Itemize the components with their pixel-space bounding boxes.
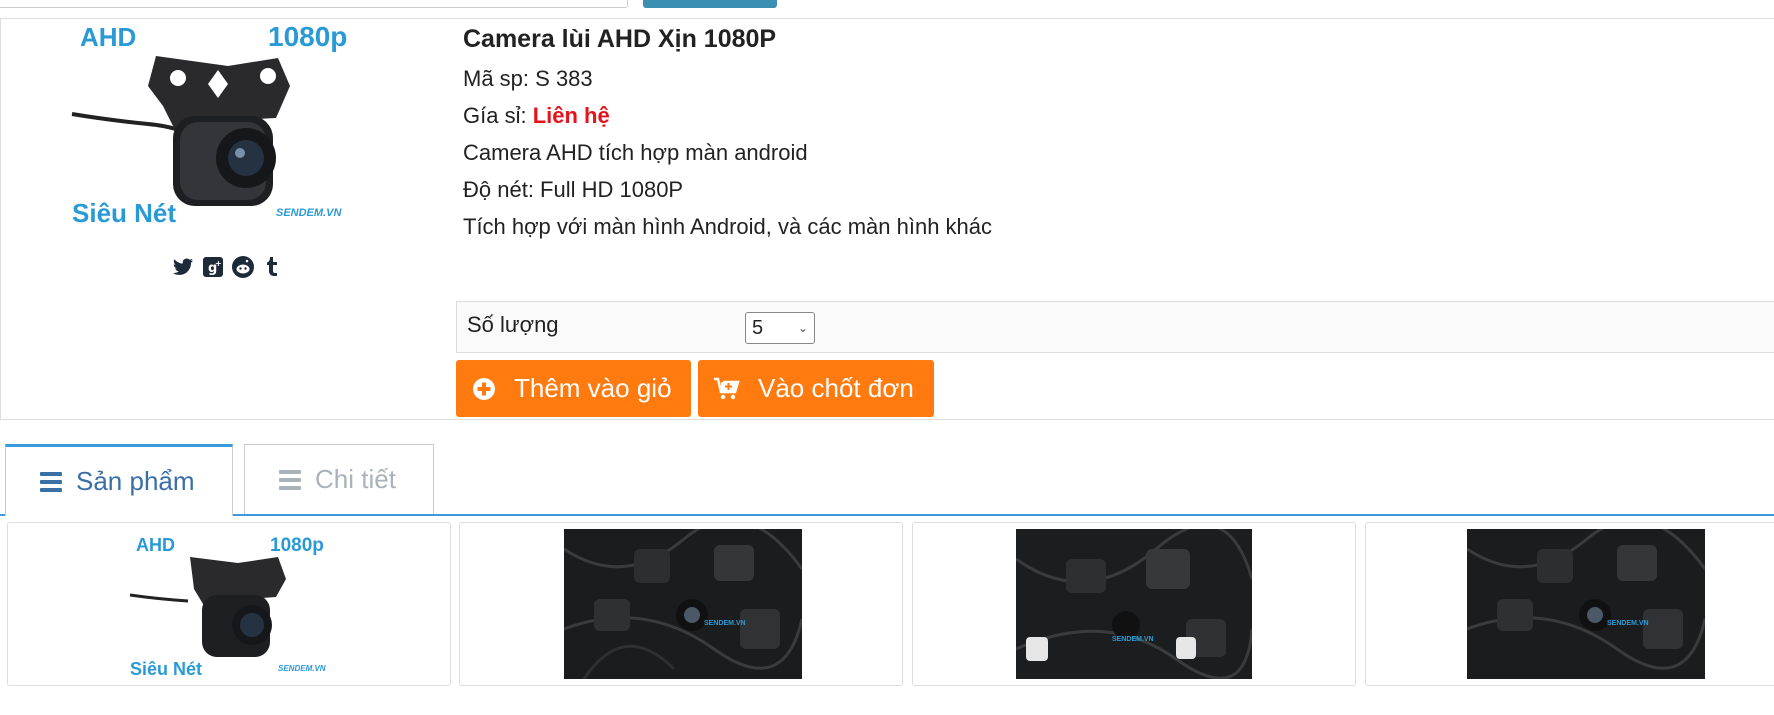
- product-desc-3: Tích hợp với màn hình Android, và các mà…: [463, 214, 993, 239]
- search-button[interactable]: [643, 0, 777, 8]
- cart-plus-icon: [714, 377, 740, 401]
- price-label: Gía sỉ:: [463, 103, 527, 128]
- twitter-icon[interactable]: [172, 256, 194, 278]
- quantity-select[interactable]: 5 ⌄: [745, 312, 815, 344]
- product-title: Camera lùi AHD Xịn 1080P: [463, 25, 777, 53]
- add-to-cart-button[interactable]: Thêm vào giỏ: [456, 360, 691, 417]
- checkout-button[interactable]: Vào chốt đơn: [698, 360, 934, 417]
- thumbnail-4[interactable]: SENDEM.VN: [1365, 522, 1774, 686]
- image-ahd-text: AHD: [80, 22, 136, 52]
- add-to-cart-label: Thêm vào giỏ: [514, 373, 672, 403]
- thumb-brand-text: SENDEM.VN: [1112, 636, 1154, 643]
- product-desc-1: Camera AHD tích hợp màn android: [463, 140, 808, 165]
- menu-icon: [279, 469, 301, 490]
- thumb-brand-text: SENDEM.VN: [704, 620, 746, 627]
- quantity-row: Số lượng 5 ⌄: [456, 301, 1774, 353]
- tumblr-icon[interactable]: [262, 256, 284, 278]
- thumbnail-2[interactable]: SENDEM.VN: [459, 522, 903, 686]
- product-main-image[interactable]: AHD 1080p Siêu Nét SENDEM.VN: [68, 16, 368, 252]
- menu-icon: [40, 471, 62, 492]
- product-desc-2: Độ nét: Full HD 1080P: [463, 177, 684, 202]
- thumbnail-1[interactable]: AHD 1080p Siêu Nét SENDEM.VN: [7, 522, 451, 686]
- sku-value: S 383: [535, 66, 593, 91]
- product-tabs: Sản phẩm Chi tiết: [0, 444, 1774, 516]
- search-input[interactable]: [0, 0, 628, 8]
- quantity-label: Số lượng: [467, 312, 559, 337]
- thumb-brand-text: SENDEM.VN: [1607, 620, 1649, 627]
- thumb-res-text: 1080p: [270, 535, 324, 556]
- google-plus-icon[interactable]: g +: [202, 256, 224, 278]
- thumbnail-gallery: AHD 1080p Siêu Nét SENDEM.VN SENDEM.VN S…: [7, 522, 1774, 686]
- thumb-sharp-text: Siêu Nét: [130, 659, 202, 679]
- svg-text:+: +: [215, 259, 222, 268]
- tab-details[interactable]: Chi tiết: [244, 444, 434, 514]
- image-res-text: 1080p: [268, 21, 347, 52]
- price-value: Liên hệ: [532, 103, 610, 128]
- tab-products[interactable]: Sản phẩm: [5, 444, 233, 516]
- thumb-ahd-text: AHD: [136, 535, 175, 555]
- image-sharp-text: Siêu Nét: [72, 198, 176, 228]
- product-price-line: Gía sỉ: Liên hệ: [463, 97, 1763, 134]
- chevron-down-icon: ⌄: [797, 321, 808, 335]
- product-info: Camera lùi AHD Xịn 1080P Mã sp: S 383 Gí…: [463, 20, 1763, 245]
- social-share-bar: g +: [172, 256, 284, 278]
- image-brand-text: SENDEM.VN: [276, 207, 342, 219]
- tab-products-label: Sản phẩm: [76, 466, 195, 496]
- thumbnail-3[interactable]: SENDEM.VN: [912, 522, 1356, 686]
- sku-label: Mã sp:: [463, 66, 530, 91]
- reddit-icon[interactable]: [232, 256, 254, 278]
- tab-details-label: Chi tiết: [315, 464, 396, 494]
- quantity-value: 5: [752, 317, 764, 339]
- checkout-label: Vào chốt đơn: [758, 373, 914, 403]
- product-sku-line: Mã sp: S 383: [463, 60, 1763, 97]
- top-search-bar: [0, 0, 1774, 16]
- thumb-brand-text: SENDEM.VN: [278, 664, 326, 673]
- plus-circle-icon: [472, 377, 496, 401]
